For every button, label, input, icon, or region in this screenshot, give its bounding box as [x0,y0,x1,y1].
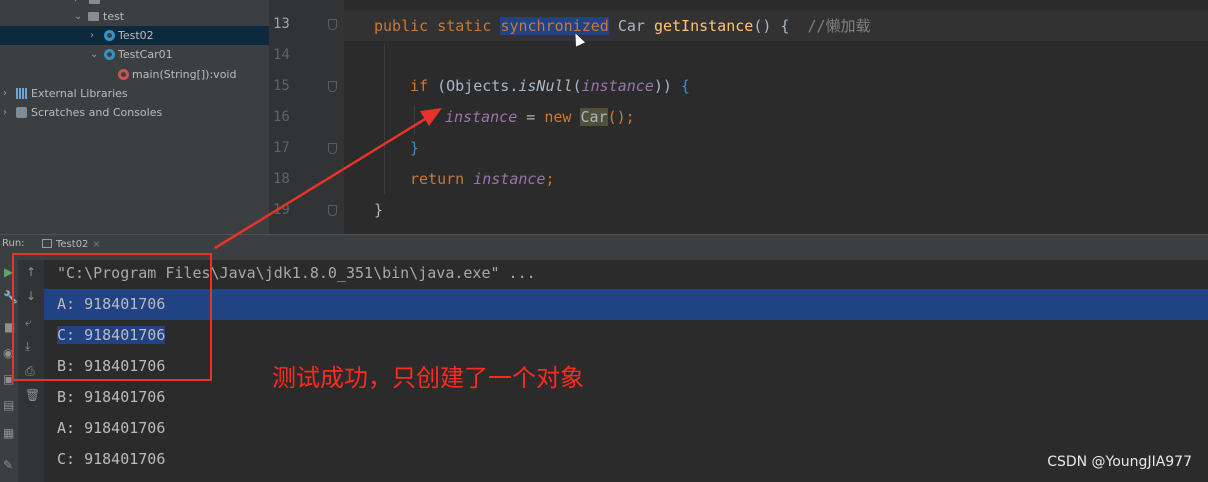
annotation-arrow-icon [214,108,442,250]
annotation-text: 测试成功，只创建了一个对象 [272,364,584,392]
watermark: CSDN @YoungJIA977 [1047,454,1192,470]
